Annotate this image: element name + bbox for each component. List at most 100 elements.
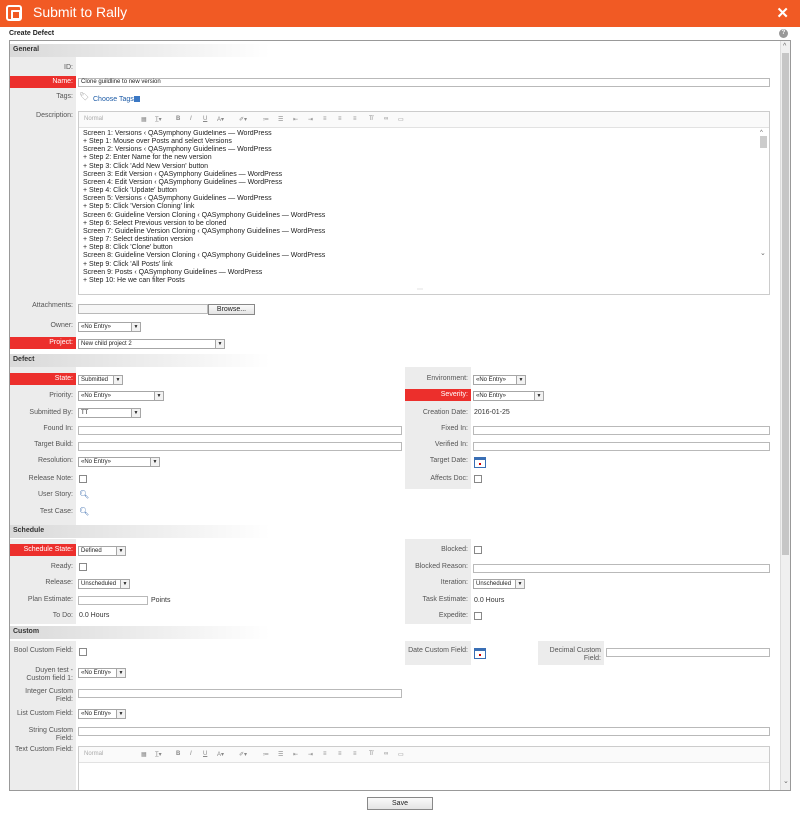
blocked-reason-input[interactable]: [473, 564, 770, 573]
resize-handle-icon[interactable]: ⋯: [417, 286, 423, 293]
priority-select[interactable]: «No Entry» ▼: [78, 391, 164, 401]
bold-icon[interactable]: B: [176, 116, 180, 122]
iteration-select[interactable]: Unscheduled ▼: [473, 579, 525, 589]
unordered-list-icon[interactable]: ☰: [278, 116, 283, 123]
style-dropdown[interactable]: Normal: [84, 751, 103, 757]
target-build-input[interactable]: [78, 442, 402, 451]
chevron-down-icon: ▼: [116, 669, 125, 677]
calendar-icon[interactable]: [474, 457, 486, 468]
search-icon[interactable]: 🔍︎: [79, 507, 89, 516]
align-right-icon[interactable]: ≡: [353, 751, 357, 757]
plan-estimate-input[interactable]: [78, 596, 148, 605]
release-select[interactable]: Unscheduled ▼: [78, 579, 130, 589]
submitted-by-select[interactable]: TT ▼: [78, 408, 141, 418]
decimal-custom-field-input[interactable]: [606, 648, 770, 657]
bold-icon[interactable]: B: [176, 751, 180, 757]
duyen-custom-field-select[interactable]: «No Entry» ▼: [78, 668, 126, 678]
italic-icon[interactable]: I: [190, 751, 192, 757]
blocked-checkbox[interactable]: [474, 546, 482, 554]
state-select[interactable]: Submitted ▼: [78, 375, 123, 385]
verified-in-input[interactable]: [473, 442, 770, 451]
align-center-icon[interactable]: ≡: [338, 116, 342, 122]
description-text[interactable]: Screen 1: Versions ‹ QASymphony Guidelin…: [83, 130, 757, 285]
choose-tags-link[interactable]: Choose Tags: [93, 96, 134, 103]
underline-icon[interactable]: U: [203, 751, 207, 757]
align-right-icon[interactable]: ≡: [353, 116, 357, 122]
text-color-icon[interactable]: A▾: [217, 751, 224, 758]
link-icon[interactable]: ∞: [384, 751, 388, 757]
scroll-down-icon[interactable]: ⌄: [760, 249, 766, 257]
resolution-value: «No Entry»: [81, 459, 112, 465]
text-color-icon[interactable]: A▾: [217, 116, 224, 123]
found-in-input[interactable]: [78, 426, 402, 435]
release-note-checkbox[interactable]: [79, 475, 87, 483]
string-custom-field-input[interactable]: [78, 727, 770, 736]
clear-format-icon[interactable]: T̸: [369, 751, 373, 757]
ordered-list-icon[interactable]: ≔: [263, 751, 269, 758]
highlight-icon[interactable]: ✐▾: [239, 751, 247, 758]
highlight-icon[interactable]: ✐▾: [239, 116, 247, 123]
unordered-list-icon[interactable]: ☰: [278, 751, 283, 758]
close-icon[interactable]: ✕: [776, 4, 789, 22]
style-dropdown-arrow-icon[interactable]: ▦: [141, 751, 147, 758]
schedule-state-value: Defined: [81, 548, 102, 554]
task-estimate-value: 0.0 Hours: [474, 597, 505, 604]
owner-select[interactable]: «No Entry» ▼: [78, 322, 141, 332]
calendar-icon[interactable]: [474, 648, 486, 659]
state-value: Submitted: [81, 377, 109, 383]
align-left-icon[interactable]: ≡: [323, 751, 327, 757]
style-dropdown-arrow-icon[interactable]: ▦: [141, 116, 147, 123]
font-size-icon[interactable]: T̲▾: [155, 751, 162, 758]
scroll-thumb[interactable]: [760, 136, 767, 148]
scroll-down-icon[interactable]: ⌄: [783, 777, 789, 785]
align-center-icon[interactable]: ≡: [338, 751, 342, 757]
description-line: Screen 5: Versions ‹ QASymphony Guidelin…: [83, 195, 272, 203]
scroll-up-icon[interactable]: ^: [783, 43, 786, 50]
description-scrollbar[interactable]: ^ ⌄: [759, 128, 769, 264]
style-dropdown[interactable]: Normal: [84, 116, 103, 122]
align-left-icon[interactable]: ≡: [323, 116, 327, 122]
attachment-path-input[interactable]: [78, 304, 208, 314]
severity-value: «No Entry»: [476, 393, 507, 399]
clear-format-icon[interactable]: T̸: [369, 116, 373, 122]
priority-value: «No Entry»: [81, 393, 112, 399]
outdent-icon[interactable]: ⇤: [293, 751, 298, 758]
scroll-thumb[interactable]: [782, 53, 789, 555]
browse-button[interactable]: Browse...: [208, 304, 255, 315]
indent-icon[interactable]: ⇥: [308, 751, 313, 758]
help-icon[interactable]: ?: [779, 29, 788, 38]
owner-label: Owner:: [50, 322, 73, 329]
affects-doc-checkbox[interactable]: [474, 475, 482, 483]
environment-select[interactable]: «No Entry» ▼: [473, 375, 526, 385]
resolution-select[interactable]: «No Entry» ▼: [78, 457, 160, 467]
severity-select[interactable]: «No Entry» ▼: [473, 391, 544, 401]
save-button[interactable]: Save: [367, 797, 433, 810]
link-icon[interactable]: ∞: [384, 116, 388, 122]
font-size-icon[interactable]: T̲▾: [155, 116, 162, 123]
description-line: Screen 1: Versions ‹ QASymphony Guidelin…: [83, 130, 272, 137]
name-input[interactable]: Clone guildline to new version: [78, 78, 770, 87]
section-schedule: Schedule: [10, 525, 270, 538]
search-icon[interactable]: 🔍︎: [79, 490, 89, 499]
form-scrollbar[interactable]: ^ ⌄: [780, 41, 790, 790]
ready-checkbox[interactable]: [79, 563, 87, 571]
underline-icon[interactable]: U: [203, 116, 207, 122]
image-icon[interactable]: ▭: [398, 116, 404, 123]
outdent-icon[interactable]: ⇤: [293, 116, 298, 123]
expedite-checkbox[interactable]: [474, 612, 482, 620]
schedule-state-select[interactable]: Defined ▼: [78, 546, 126, 556]
tag-icon: 🏷: [79, 92, 90, 101]
chevron-down-icon: ▼: [113, 376, 122, 384]
ordered-list-icon[interactable]: ≔: [263, 116, 269, 123]
add-tag-icon[interactable]: [134, 96, 140, 102]
list-custom-field-select[interactable]: «No Entry» ▼: [78, 709, 126, 719]
integer-custom-field-input[interactable]: [78, 689, 402, 698]
description-editor[interactable]: Normal ▦ T̲▾ B I U A▾ ✐▾ ≔ ☰ ⇤ ⇥ ≡ ≡ ≡ T…: [78, 111, 770, 295]
bool-custom-field-checkbox[interactable]: [79, 648, 87, 656]
indent-icon[interactable]: ⇥: [308, 116, 313, 123]
italic-icon[interactable]: I: [190, 116, 192, 122]
image-icon[interactable]: ▭: [398, 751, 404, 758]
fixed-in-input[interactable]: [473, 426, 770, 435]
text-custom-field-editor[interactable]: Normal ▦ T̲▾ B I U A▾ ✐▾ ≔ ☰ ⇤ ⇥ ≡ ≡ ≡ T…: [78, 746, 770, 790]
project-select[interactable]: New child project 2 ▼: [78, 339, 225, 349]
